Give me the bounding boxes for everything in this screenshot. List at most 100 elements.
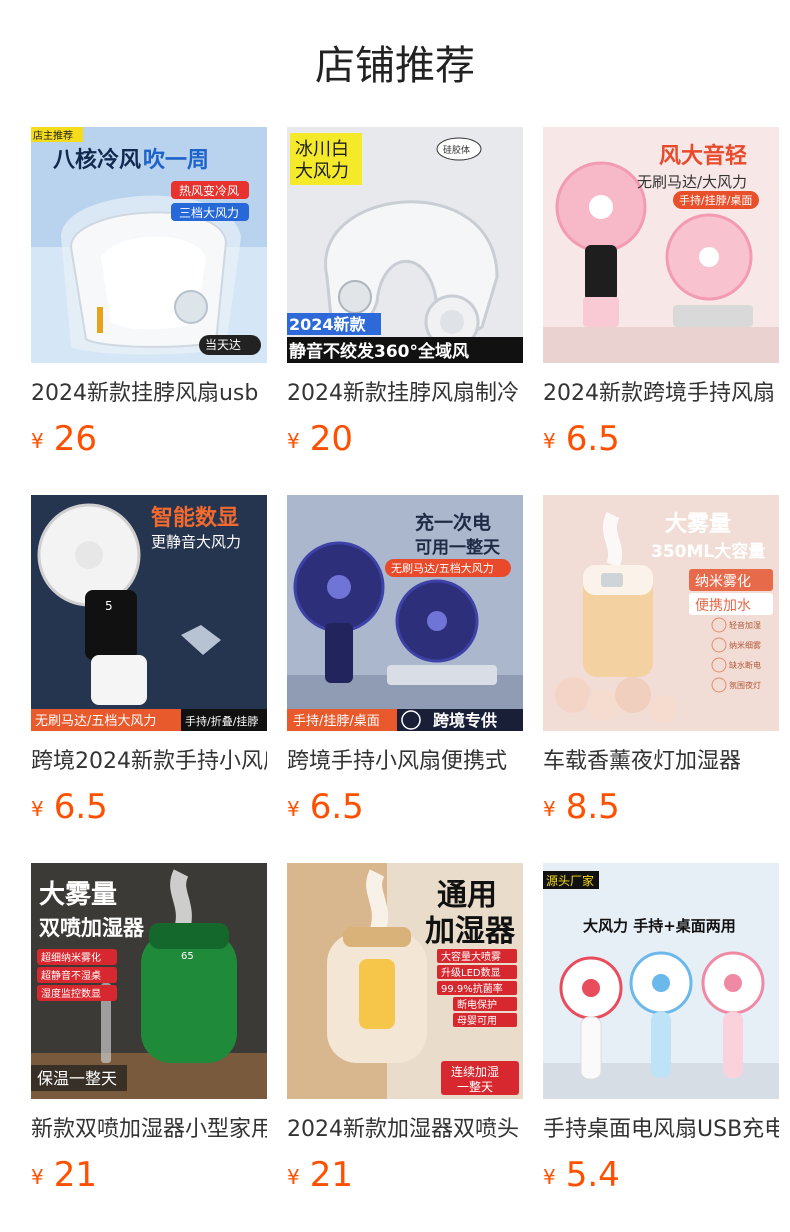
- handheld-fan-icon: 风大音轻 无刷马达/大风力 手持/挂脖/桌面: [543, 127, 779, 363]
- svg-text:硅胶体: 硅胶体: [443, 144, 470, 156]
- svg-text:超静音不湿桌: 超静音不湿桌: [41, 969, 101, 982]
- product-price: ¥26: [31, 417, 97, 461]
- currency-symbol: ¥: [287, 797, 300, 821]
- svg-text:手持/挂脖/桌面: 手持/挂脖/桌面: [293, 713, 380, 729]
- svg-text:八核冷风: 八核冷风: [53, 147, 141, 173]
- svg-text:升级LED数显: 升级LED数显: [441, 966, 501, 979]
- product-price: ¥6.5: [31, 785, 108, 829]
- price-amount: 8.5: [565, 787, 620, 827]
- svg-text:轻音加湿: 轻音加湿: [729, 620, 761, 630]
- svg-text:无刷马达/五档大风力: 无刷马达/五档大风力: [391, 561, 494, 575]
- humidifier-icon: 通用 加湿器 大容量大喷雾 升级LED数显 99.9%抗菌率 断电保护 母婴可用…: [287, 863, 523, 1099]
- product-image[interactable]: 通用 加湿器 大容量大喷雾 升级LED数显 99.9%抗菌率 断电保护 母婴可用…: [287, 863, 523, 1099]
- product-name[interactable]: 2024新款挂脖风扇usb: [31, 377, 267, 411]
- neck-fan-icon: 店主推荐 八核冷风 吹一周 热风变冷风 三档大风力 当天达: [31, 127, 267, 363]
- svg-text:冰川白: 冰川白: [295, 139, 349, 160]
- svg-text:氛围夜灯: 氛围夜灯: [729, 680, 761, 690]
- svg-text:无刷马达/大风力: 无刷马达/大风力: [637, 173, 747, 191]
- price-amount: 26: [53, 419, 97, 459]
- svg-text:350ML大容量: 350ML大容量: [651, 541, 765, 562]
- badge-text: 店主推荐: [33, 129, 73, 142]
- neck-fan-icon: 冰川白 大风力 硅胶体 2024新款 静音不绞发360°全域风: [287, 127, 523, 363]
- currency-symbol: ¥: [287, 429, 300, 453]
- svg-text:充一次电: 充一次电: [415, 511, 491, 534]
- product-name[interactable]: 2024新款加湿器双喷头: [287, 1113, 523, 1147]
- price-amount: 6.5: [309, 787, 364, 827]
- product-price: ¥5.4: [543, 1153, 620, 1197]
- product-price: ¥21: [287, 1153, 353, 1197]
- price-amount: 21: [309, 1155, 353, 1195]
- page-title: 店铺推荐: [315, 43, 475, 89]
- product-name[interactable]: 车载香薰夜灯加湿器: [543, 745, 779, 779]
- product-image[interactable]: 店主推荐 八核冷风 吹一周 热风变冷风 三档大风力 当天达: [31, 127, 267, 363]
- svg-text:连续加湿: 连续加湿: [451, 1064, 499, 1079]
- svg-text:手持/挂脖/桌面: 手持/挂脖/桌面: [679, 193, 752, 207]
- currency-symbol: ¥: [31, 797, 44, 821]
- product-price: ¥20: [287, 417, 353, 461]
- currency-symbol: ¥: [543, 797, 556, 821]
- svg-text:加湿器: 加湿器: [425, 914, 516, 949]
- product-image[interactable]: 冰川白 大风力 硅胶体 2024新款 静音不绞发360°全域风: [287, 127, 523, 363]
- handheld-fan-icon: 5 智能数显 更静音大风力 无刷马达/五档大风力 手持/折叠/挂脖: [31, 495, 267, 731]
- svg-text:大容量大喷雾: 大容量大喷雾: [441, 950, 501, 963]
- price-amount: 20: [309, 419, 353, 459]
- product-price: ¥21: [31, 1153, 97, 1197]
- svg-text:大风力 手持+桌面两用: 大风力 手持+桌面两用: [583, 917, 736, 935]
- svg-text:通用: 通用: [437, 878, 497, 913]
- svg-text:当天达: 当天达: [205, 338, 241, 352]
- currency-symbol: ¥: [543, 1165, 556, 1189]
- product-image[interactable]: 大雾量 350ML大容量 纳米雾化 便携加水 轻音加湿 纳米细雾 缺水断电 氛围…: [543, 495, 779, 731]
- svg-text:断电保护: 断电保护: [457, 998, 497, 1011]
- currency-symbol: ¥: [287, 1165, 300, 1189]
- product-name[interactable]: 新款双喷加湿器小型家用: [31, 1113, 267, 1147]
- price-amount: 5.4: [565, 1155, 620, 1195]
- svg-text:双喷加湿器: 双喷加湿器: [39, 916, 145, 940]
- product-name[interactable]: 手持桌面电风扇USB充电: [543, 1113, 779, 1147]
- svg-text:可用一整天: 可用一整天: [415, 537, 501, 558]
- svg-text:无刷马达/五档大风力: 无刷马达/五档大风力: [35, 714, 156, 729]
- product-name[interactable]: 跨境手持小风扇便携式: [287, 745, 523, 779]
- svg-text:便携加水: 便携加水: [695, 598, 751, 614]
- svg-text:保温一整天: 保温一整天: [37, 1069, 117, 1088]
- product-name[interactable]: 2024新款挂脖风扇制冷: [287, 377, 523, 411]
- svg-text:纳米雾化: 纳米雾化: [695, 574, 751, 590]
- handheld-fan-icon: 源头厂家 大风力 手持+桌面两用: [543, 863, 779, 1099]
- svg-text:99.9%抗菌率: 99.9%抗菌率: [441, 982, 503, 995]
- product-image[interactable]: 65 大雾量 双喷加湿器 超细纳米雾化 超静音不湿桌 湿度监控数显 保温一整天: [31, 863, 267, 1099]
- currency-symbol: ¥: [31, 1165, 44, 1189]
- svg-text:缺水断电: 缺水断电: [729, 660, 761, 670]
- svg-text:三档大风力: 三档大风力: [179, 206, 239, 220]
- product-price: ¥6.5: [543, 417, 620, 461]
- svg-text:跨境专供: 跨境专供: [433, 711, 497, 730]
- svg-text:一整天: 一整天: [457, 1079, 493, 1094]
- svg-text:更静音大风力: 更静音大风力: [151, 533, 241, 551]
- product-price: ¥8.5: [543, 785, 620, 829]
- svg-text:风大音轻: 风大音轻: [659, 143, 747, 169]
- svg-text:超细纳米雾化: 超细纳米雾化: [41, 951, 101, 964]
- svg-text:手持/折叠/挂脖: 手持/折叠/挂脖: [185, 714, 258, 728]
- product-image[interactable]: 5 智能数显 更静音大风力 无刷马达/五档大风力 手持/折叠/挂脖: [31, 495, 267, 731]
- product-image[interactable]: 风大音轻 无刷马达/大风力 手持/挂脖/桌面: [543, 127, 779, 363]
- price-amount: 21: [53, 1155, 97, 1195]
- svg-text:大雾量: 大雾量: [665, 512, 731, 537]
- svg-text:热风变冷风: 热风变冷风: [179, 183, 239, 198]
- currency-symbol: ¥: [543, 429, 556, 453]
- humidifier-icon: 大雾量 350ML大容量 纳米雾化 便携加水 轻音加湿 纳米细雾 缺水断电 氛围…: [543, 495, 779, 731]
- price-amount: 6.5: [565, 419, 620, 459]
- product-image[interactable]: 源头厂家 大风力 手持+桌面两用: [543, 863, 779, 1099]
- product-name[interactable]: 跨境2024新款手持小风扇: [31, 745, 267, 779]
- product-image[interactable]: 充一次电 可用一整天 无刷马达/五档大风力 手持/挂脖/桌面 跨境专供: [287, 495, 523, 731]
- svg-text:大雾量: 大雾量: [39, 880, 117, 910]
- svg-text:大风力: 大风力: [295, 161, 349, 182]
- svg-text:静音不绞发360°全域风: 静音不绞发360°全域风: [289, 341, 469, 362]
- product-price: ¥6.5: [287, 785, 364, 829]
- price-amount: 6.5: [53, 787, 108, 827]
- svg-text:65: 65: [181, 951, 194, 962]
- svg-text:源头厂家: 源头厂家: [546, 873, 594, 888]
- svg-text:湿度监控数显: 湿度监控数显: [41, 987, 101, 1000]
- svg-text:吹一周: 吹一周: [143, 147, 209, 173]
- handheld-fan-icon: 充一次电 可用一整天 无刷马达/五档大风力 手持/挂脖/桌面 跨境专供: [287, 495, 523, 731]
- currency-symbol: ¥: [31, 429, 44, 453]
- product-name[interactable]: 2024新款跨境手持风扇: [543, 377, 779, 411]
- svg-text:智能数显: 智能数显: [151, 505, 239, 531]
